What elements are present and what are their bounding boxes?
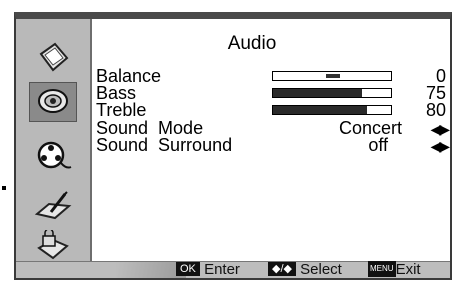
menu-row-sound-surround[interactable]: Sound Surround off ◀▶: [96, 135, 450, 155]
treble-value: 80: [425, 100, 446, 120]
menu-key-icon: MENU: [368, 261, 396, 278]
sound-surround-label: Sound Surround: [96, 135, 233, 155]
enter-label: Enter: [204, 261, 240, 278]
stray-dot: [2, 186, 6, 190]
reel-icon[interactable]: [29, 136, 77, 176]
exit-label: Exit: [395, 261, 421, 278]
menu-row-balance[interactable]: Balance 0: [96, 67, 446, 85]
audio-icon[interactable]: [29, 82, 77, 122]
footer-select-hint: ◆/◆ Select: [268, 262, 342, 278]
bass-slider-fill: [273, 89, 362, 97]
nav-key-icon: ◆/◆: [268, 262, 296, 277]
setup-icon[interactable]: [29, 185, 77, 225]
treble-slider-fill: [273, 106, 368, 114]
sidebar: [16, 19, 92, 278]
balance-slider-marker: [326, 74, 340, 78]
menu-row-treble[interactable]: Treble 80: [96, 101, 446, 119]
sound-surround-value: off: [368, 135, 388, 155]
page-title: Audio: [227, 33, 277, 54]
footer-exit-hint: MENU Exit: [368, 261, 421, 278]
sound-surround-arrows-icon[interactable]: ◀▶: [430, 137, 449, 155]
menu-row-bass[interactable]: Bass 75: [96, 84, 446, 102]
footer-hint-bar: OK Enter ◆/◆ Select MENU Exit: [16, 261, 450, 278]
osd-menu-window: Audio Balance 0 Bass 75 Treble 80 Sound …: [14, 12, 452, 280]
picture-icon[interactable]: [29, 37, 77, 77]
balance-slider[interactable]: [272, 71, 392, 81]
footer-enter-hint: OK Enter: [176, 262, 240, 278]
bass-slider[interactable]: [272, 88, 392, 98]
treble-slider[interactable]: [272, 105, 392, 115]
sound-mode-value: Concert: [338, 118, 402, 138]
ok-key-icon: OK: [176, 262, 200, 277]
select-label: Select: [300, 261, 342, 278]
treble-label: Treble: [96, 100, 147, 120]
